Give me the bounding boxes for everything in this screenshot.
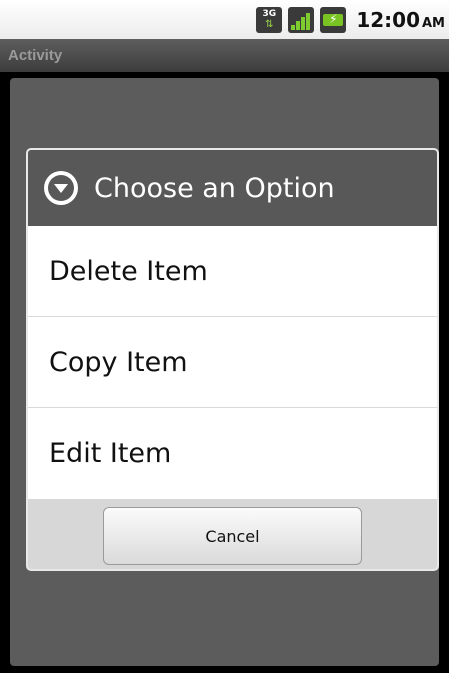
option-edit-item[interactable]: Edit Item	[28, 408, 437, 499]
status-clock: 12:00 AM	[356, 8, 445, 32]
option-copy-item[interactable]: Copy Item	[28, 317, 437, 408]
dialog-footer: Cancel	[28, 499, 437, 569]
3g-icon: 3G ⇅	[256, 6, 283, 33]
battery-charging-icon: ⚡	[320, 6, 347, 33]
option-label: Delete Item	[49, 255, 208, 287]
activity-title: Activity	[8, 47, 63, 64]
cancel-button[interactable]: Cancel	[103, 507, 362, 565]
clock-time: 12:00	[356, 7, 420, 32]
options-dialog: Choose an Option Delete Item Copy Item E…	[26, 148, 439, 571]
network-type-label: 3G	[262, 8, 277, 19]
signal-icon	[288, 6, 315, 33]
option-label: Edit Item	[49, 438, 172, 469]
dialog-title: Choose an Option	[94, 172, 335, 204]
dialog-header: Choose an Option	[28, 150, 437, 226]
option-delete-item[interactable]: Delete Item	[28, 226, 437, 317]
option-label: Copy Item	[49, 346, 188, 378]
activity-title-bar: Activity	[0, 39, 449, 72]
status-bar: 3G ⇅ ⚡ 12:00 AM	[0, 0, 449, 39]
clock-ampm: AM	[422, 15, 445, 31]
dropdown-circle-icon	[44, 171, 78, 205]
